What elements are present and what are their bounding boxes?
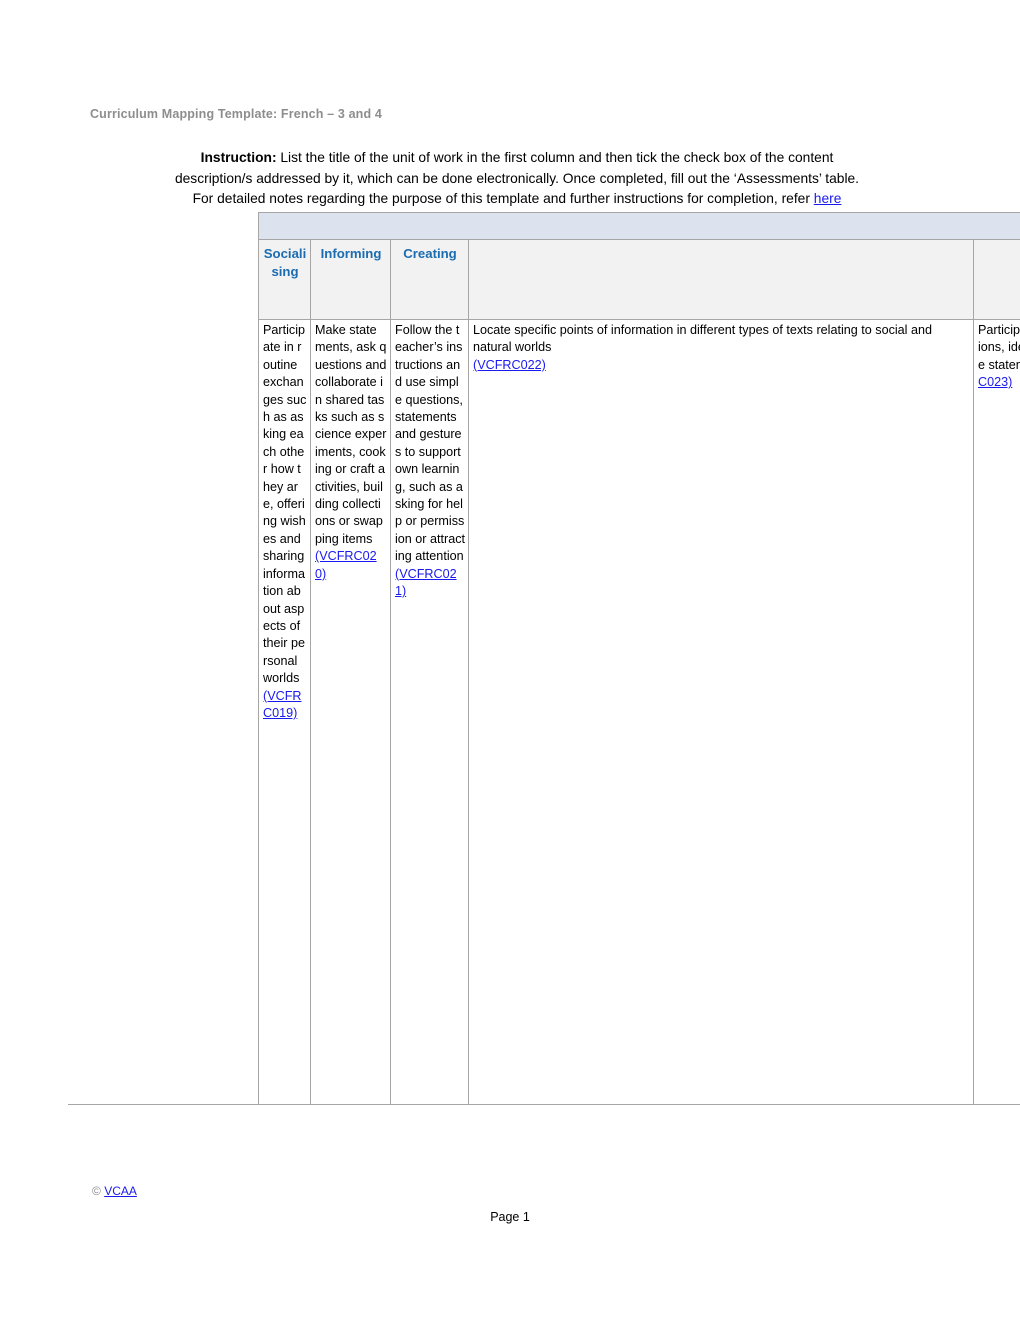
content-description-text-2: Make statements, ask questions and colla… [315, 323, 387, 546]
table-bottom-rule [68, 1104, 258, 1105]
content-description-cell-5: Participate in shared performances and p… [972, 319, 1020, 1105]
here-link[interactable]: here [814, 191, 842, 206]
content-description-code-1[interactable]: (VCFRC019) [263, 689, 301, 720]
content-description-text-1: Participate in routine exchanges such as… [263, 323, 307, 686]
content-description-text-4: Locate specific points of information in… [473, 323, 932, 355]
column-header-creating: Creating [390, 239, 469, 320]
footer-copyright: © VCAA [92, 1184, 137, 1198]
column-header-socialising: Socialising [258, 239, 311, 320]
content-description-code-3[interactable]: (VCFRC021) [395, 567, 457, 598]
content-description-cell-3: Follow the teacher’s instructions and us… [390, 319, 469, 1105]
content-description-cell-1: Participate in routine exchanges such as… [258, 319, 311, 1105]
instruction-line-3-text: For detailed notes regarding the purpose… [192, 191, 814, 206]
table-row: Participate in routine exchanges such as… [258, 319, 1020, 1105]
copyright-symbol: © [92, 1184, 101, 1198]
content-description-text-5: Participate in shared performances and p… [978, 323, 1020, 372]
instruction-label: Instruction: [200, 150, 277, 165]
table-header-row: Socialising Informing Creating [258, 239, 1020, 320]
instruction-line-1-text: List the title of the unit of work in th… [276, 150, 834, 165]
instruction-line-3: For detailed notes regarding the purpose… [122, 189, 912, 210]
instruction-line-1: Instruction: List the title of the unit … [122, 148, 912, 169]
content-description-cell-4: Locate specific points of information in… [468, 319, 974, 1105]
column-header-blank-1 [468, 239, 974, 320]
footer-page-number: Page 1 [490, 1210, 530, 1224]
instruction-block: Instruction: List the title of the unit … [122, 148, 912, 210]
table-strip-row [257, 212, 1020, 240]
running-header: Curriculum Mapping Template: French – 3 … [90, 107, 382, 121]
column-header-blank-2 [972, 239, 1020, 320]
column-header-informing: Informing [310, 239, 391, 320]
table-strip-cell [257, 212, 1020, 240]
document-page: Curriculum Mapping Template: French – 3 … [0, 0, 1020, 1320]
content-description-cell-2: Make statements, ask questions and colla… [310, 319, 391, 1105]
vcaa-link[interactable]: VCAA [104, 1184, 137, 1198]
curriculum-mapping-table: Socialising Informing Creating Participa… [257, 212, 1020, 1105]
instruction-line-2: description/s addressed by it, which can… [174, 170, 860, 186]
content-description-text-3: Follow the teacher’s instructions and us… [395, 323, 465, 564]
content-description-code-2[interactable]: (VCFRC020) [315, 549, 377, 580]
content-description-code-4[interactable]: (VCFRC022) [473, 357, 546, 374]
curriculum-mapping-table-wrapper: Socialising Informing Creating Participa… [257, 212, 1020, 1105]
